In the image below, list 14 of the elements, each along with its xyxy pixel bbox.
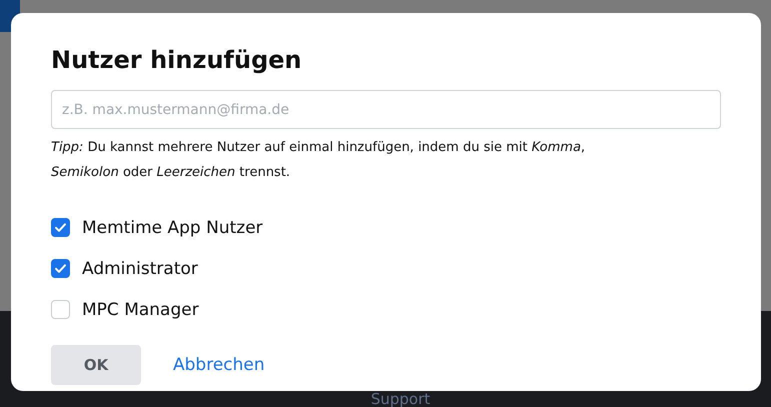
dialog-title: Nutzer hinzufügen <box>51 45 303 76</box>
role-label: MPC Manager <box>82 300 199 320</box>
check-icon <box>54 221 67 234</box>
ok-button[interactable]: OK <box>51 345 141 385</box>
support-link[interactable]: Support <box>370 390 430 407</box>
email-field[interactable]: z.B. max.mustermann@firma.de <box>51 90 721 129</box>
checkbox[interactable] <box>51 218 70 237</box>
cancel-button[interactable]: Abbrechen <box>155 347 283 383</box>
checkbox[interactable] <box>51 259 70 278</box>
role-label: Administrator <box>82 258 198 278</box>
checkbox[interactable] <box>51 300 70 319</box>
role-label: Memtime App Nutzer <box>82 218 263 238</box>
hint-text: Tipp: Du kannst mehrere Nutzer auf einmal hinzufügen, indem du sie mit Komma, Semikolon oder Leerzeichen trennst. <box>51 139 586 182</box>
check-icon <box>54 262 67 275</box>
